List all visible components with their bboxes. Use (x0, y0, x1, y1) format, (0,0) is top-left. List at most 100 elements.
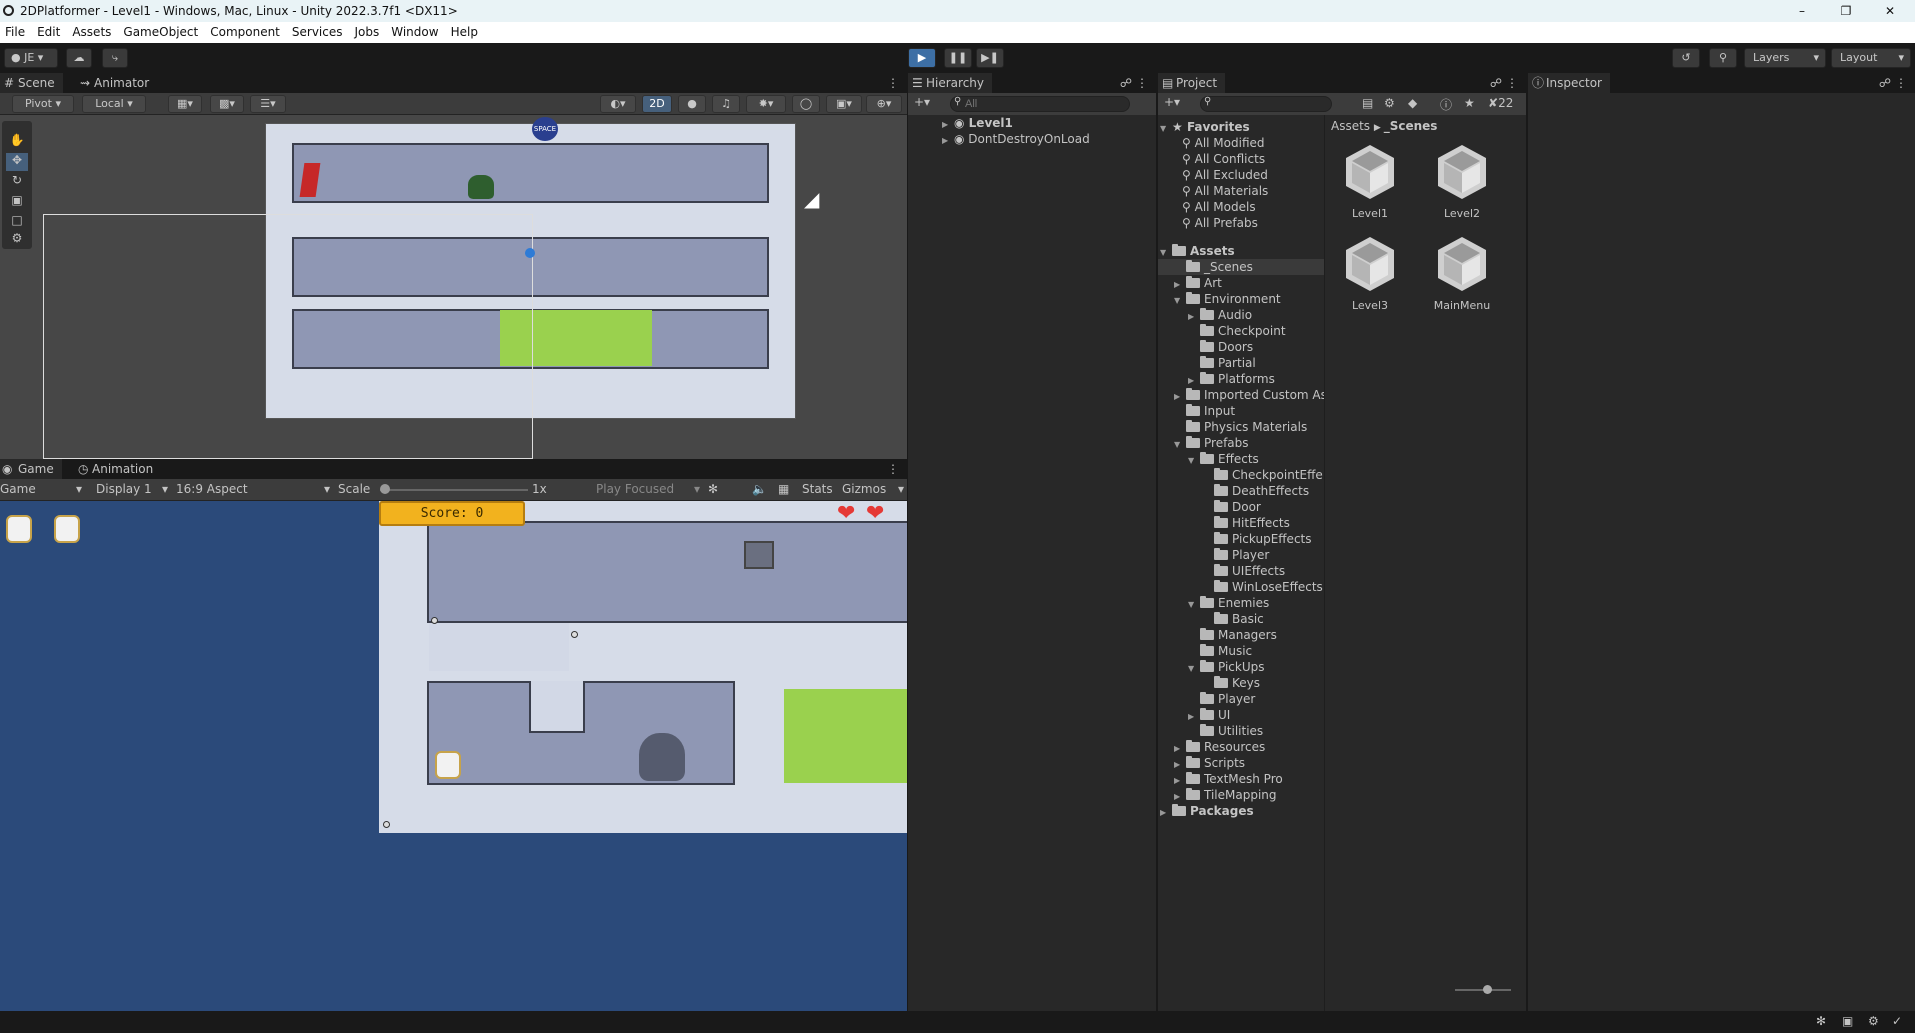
debug-icon[interactable]: ✻ (1816, 1014, 1826, 1028)
scene-asset[interactable]: Level2 (1425, 143, 1499, 220)
folder-item[interactable]: DeathEffects (1158, 483, 1324, 499)
hierarchy-search-input[interactable] (950, 96, 1130, 112)
folder-item[interactable]: ▶ Resources (1158, 739, 1324, 755)
favorite-icon[interactable]: ★ (1464, 96, 1475, 110)
favorite-item[interactable]: ⚲ All Modified (1182, 135, 1265, 151)
folder-item[interactable]: Checkpoint (1158, 323, 1324, 339)
folder-item[interactable]: Doors (1158, 339, 1324, 355)
menu-component[interactable]: Component (205, 22, 287, 43)
folder-item[interactable]: HitEffects (1158, 515, 1324, 531)
status-check-icon[interactable]: ✓ (1892, 1014, 1902, 1028)
folder-item[interactable]: Input (1158, 403, 1324, 419)
scale-slider[interactable] (380, 484, 528, 494)
play-button[interactable]: ▶ (908, 48, 936, 68)
lock-icon[interactable]: ☍ (1490, 73, 1502, 93)
folder-item[interactable]: Partial (1158, 355, 1324, 371)
pivot-dropdown[interactable]: Pivot ▾ (12, 95, 74, 113)
pause-button[interactable]: ❚❚ (944, 48, 972, 68)
rect-tool-icon[interactable]: □ (6, 213, 28, 231)
local-dropdown[interactable]: Local ▾ (82, 95, 146, 113)
step-button[interactable]: ▶❚ (976, 48, 1004, 68)
menu-services[interactable]: Services (287, 22, 350, 43)
folder-item[interactable]: Basic (1158, 611, 1324, 627)
lock-icon[interactable]: ☍ (1120, 73, 1132, 93)
menu-jobs[interactable]: Jobs (350, 22, 387, 43)
menu-edit[interactable]: Edit (32, 22, 67, 43)
folder-item[interactable]: ▼ Assets (1158, 243, 1324, 259)
scale-tool-icon[interactable]: ▣ (6, 193, 28, 211)
game-select-dropdown[interactable]: Game ▾ (0, 482, 82, 496)
draw-mode-icon[interactable]: ◐▾ (600, 95, 636, 113)
tab-scene[interactable]: # Scene (0, 73, 63, 93)
cache-icon[interactable]: ▣ (1842, 1014, 1853, 1028)
folder-item[interactable]: ▶ Platforms (1158, 371, 1324, 387)
stats-button[interactable]: Stats (802, 482, 833, 496)
favorites-header[interactable]: ▼ ★ Favorites (1160, 119, 1250, 135)
menu-gameobject[interactable]: GameObject (118, 22, 205, 43)
effects-icon[interactable]: ✸▾ (746, 95, 786, 113)
tab-hierarchy[interactable]: ☰ Hierarchy (908, 73, 993, 93)
add-icon[interactable]: +▾ (1164, 95, 1180, 109)
filter-type-icon[interactable]: ▤ (1362, 96, 1373, 110)
chevron-right-icon[interactable]: ▶ (942, 133, 954, 149)
folder-item[interactable]: Door (1158, 499, 1324, 515)
display-dropdown[interactable]: Display 1 ▾ (96, 482, 168, 496)
transform-tool-icon[interactable]: ⚙ (6, 231, 28, 249)
cloud-icon[interactable]: ☁ (66, 48, 92, 68)
audio-toggle-icon[interactable]: ♫ (712, 95, 740, 113)
mode-2d-toggle[interactable]: 2D (642, 95, 672, 113)
favorite-item[interactable]: ⚲ All Conflicts (1182, 151, 1265, 167)
menu-help[interactable]: Help (446, 22, 485, 43)
lock-icon[interactable]: ☍ (1879, 73, 1891, 93)
folder-item[interactable]: ▶ UI (1158, 707, 1324, 723)
zoom-slider-thumb[interactable] (1483, 985, 1492, 994)
tab-animator[interactable]: ⇝ Animator (76, 73, 157, 93)
info-icon[interactable]: ⓘ (1440, 96, 1452, 113)
folder-item[interactable]: ▶ Packages (1158, 803, 1324, 819)
folder-item[interactable]: ▶ Art (1158, 275, 1324, 291)
folder-item[interactable]: Utilities (1158, 723, 1324, 739)
hidden-packages-icon[interactable]: ✘22 (1488, 96, 1513, 110)
favorite-item[interactable]: ⚲ All Excluded (1182, 167, 1268, 183)
breadcrumb-scenes[interactable]: _Scenes (1384, 119, 1438, 133)
folder-item[interactable]: ▶ TextMesh Pro (1158, 771, 1324, 787)
folder-item[interactable]: ▶ Audio (1158, 307, 1324, 323)
chevron-down-icon[interactable]: ▼ (1160, 121, 1172, 137)
tab-inspector[interactable]: ⓘ Inspector (1528, 73, 1610, 93)
scene-asset[interactable]: Level3 (1333, 235, 1407, 312)
snap-increment-icon[interactable]: ▩▾ (210, 95, 244, 113)
filter-label-icon[interactable]: ⚙ (1384, 96, 1395, 110)
menu-file[interactable]: File (0, 22, 32, 43)
more-options-icon[interactable]: ⋮ (887, 459, 899, 479)
more-options-icon[interactable]: ⋮ (1136, 73, 1148, 93)
tab-game[interactable]: ◉ Game (0, 459, 62, 479)
folder-item[interactable]: CheckpointEffe (1158, 467, 1324, 483)
scale-slider-thumb[interactable] (380, 484, 390, 494)
folder-item[interactable]: ▶ Scripts (1158, 755, 1324, 771)
move-tool-icon[interactable]: ✥ (6, 153, 28, 171)
minimize-icon[interactable]: – (1794, 0, 1810, 22)
mute-audio-icon[interactable]: 🔈 (752, 482, 767, 496)
folder-item[interactable]: Player (1158, 547, 1324, 563)
gizmos-dropdown[interactable]: Gizmos ▾ (842, 482, 904, 496)
folder-item[interactable]: PickupEffects (1158, 531, 1324, 547)
folder-item[interactable]: ▼ Prefabs (1158, 435, 1324, 451)
scene-asset[interactable]: MainMenu (1425, 235, 1499, 312)
player-gizmo[interactable] (525, 248, 535, 258)
collab-icon[interactable]: ⤷ (102, 48, 128, 68)
folder-item[interactable]: Player (1158, 691, 1324, 707)
add-icon[interactable]: +▾ (914, 95, 930, 109)
visibility-icon[interactable]: ◯ (792, 95, 820, 113)
grid-display-icon[interactable]: ▦ (778, 482, 789, 496)
folder-item[interactable]: Managers (1158, 627, 1324, 643)
folder-item[interactable]: Keys (1158, 675, 1324, 691)
aspect-dropdown[interactable]: 16:9 Aspect ▾ (176, 482, 330, 496)
tab-animation[interactable]: ◷ Animation (74, 459, 161, 479)
favorite-item[interactable]: ⚲ All Models (1182, 199, 1256, 215)
grid-snap-icon[interactable]: ▦▾ (168, 95, 202, 113)
play-focused-dropdown[interactable]: Play Focused ▾ (596, 482, 700, 496)
folder-item[interactable]: WinLoseEffects (1158, 579, 1324, 595)
chevron-right-icon[interactable]: ▶ (1160, 805, 1172, 821)
camera-icon[interactable]: ▣▾ (826, 95, 862, 113)
align-icon[interactable]: ☰▾ (250, 95, 286, 113)
